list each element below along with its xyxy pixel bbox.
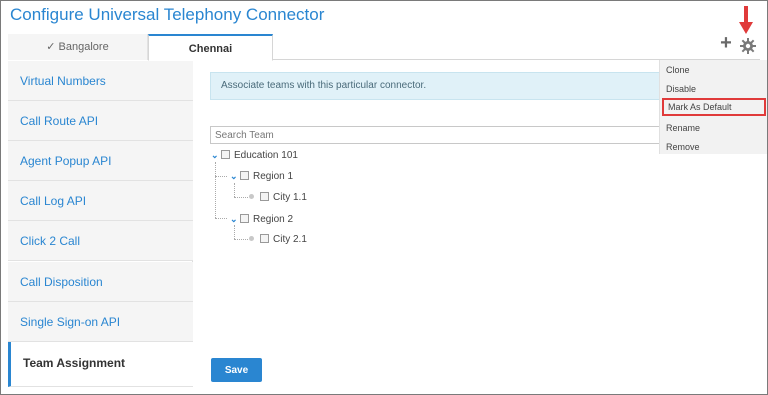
tree-checkbox[interactable] — [240, 171, 249, 180]
sidebar-item-click-2-call[interactable]: Click 2 Call — [8, 221, 193, 261]
menu-item-disable[interactable]: Disable — [660, 80, 768, 98]
sidebar-item-team-assignment[interactable]: Team Assignment — [8, 342, 193, 387]
bullet-icon — [249, 194, 254, 199]
sidebar-item-call-route-api[interactable]: Call Route API — [8, 101, 193, 141]
sidebar-item-virtual-numbers[interactable]: Virtual Numbers — [8, 61, 193, 101]
menu-item-clone[interactable]: Clone — [660, 61, 768, 79]
menu-item-rename[interactable]: Rename — [660, 119, 768, 137]
tree-connector — [215, 218, 227, 219]
tree-connector — [234, 225, 235, 239]
settings-dropdown-menu: Clone Disable Mark As Default Rename Rem… — [659, 60, 767, 154]
tree-connector — [234, 183, 235, 197]
tree-checkbox[interactable] — [240, 214, 249, 223]
tree-node-region-2: ⌄ Region 2 — [230, 212, 293, 226]
chevron-down-icon[interactable]: ⌄ — [211, 148, 221, 162]
tree-node-region-1: ⌄ Region 1 — [230, 169, 293, 183]
sidebar-item-agent-popup-api[interactable]: Agent Popup API — [8, 141, 193, 181]
menu-item-remove[interactable]: Remove — [660, 138, 768, 156]
tree-node-city-2-1: City 2.1 — [249, 233, 307, 247]
tree-label: City 1.1 — [273, 192, 307, 203]
tree-label: Education 101 — [234, 150, 298, 161]
plus-icon[interactable]: + — [718, 33, 734, 53]
tree-label: City 2.1 — [273, 234, 307, 245]
menu-item-mark-as-default[interactable]: Mark As Default — [662, 98, 766, 116]
chevron-down-icon[interactable]: ⌄ — [230, 169, 240, 183]
tree-checkbox[interactable] — [260, 192, 269, 201]
tab-chennai[interactable]: Chennai — [148, 34, 273, 61]
tree-node-root: ⌄ Education 101 — [211, 148, 298, 162]
chevron-down-icon[interactable]: ⌄ — [230, 212, 240, 226]
tree-connector — [215, 176, 227, 177]
tree-label: Region 1 — [253, 171, 294, 182]
sidebar-item-single-sign-on-api[interactable]: Single Sign-on API — [8, 302, 193, 342]
tree-connector — [234, 197, 248, 198]
tree-checkbox[interactable] — [260, 234, 269, 243]
gear-icon[interactable] — [740, 38, 756, 54]
tab-bangalore[interactable]: ✓ Bangalore — [8, 34, 148, 60]
search-input[interactable] — [210, 126, 660, 144]
sidebar-item-call-log-api[interactable]: Call Log API — [8, 181, 193, 221]
tree-connector — [215, 162, 216, 218]
tree-node-city-1-1: City 1.1 — [249, 191, 307, 205]
page-title: Configure Universal Telephony Connector — [10, 5, 325, 24]
tree-checkbox[interactable] — [221, 150, 230, 159]
tree-connector — [234, 239, 248, 240]
save-button[interactable]: Save — [211, 358, 262, 382]
sidebar: Virtual Numbers Call Route API Agent Pop… — [8, 61, 193, 387]
arrow-down-icon — [739, 6, 753, 34]
bullet-icon — [249, 236, 254, 241]
sidebar-item-call-disposition[interactable]: Call Disposition — [8, 262, 193, 302]
tab-bar: ✓ Bangalore Chennai — [8, 34, 760, 61]
tree-label: Region 2 — [253, 214, 294, 225]
info-message: Associate teams with this particular con… — [210, 72, 660, 100]
